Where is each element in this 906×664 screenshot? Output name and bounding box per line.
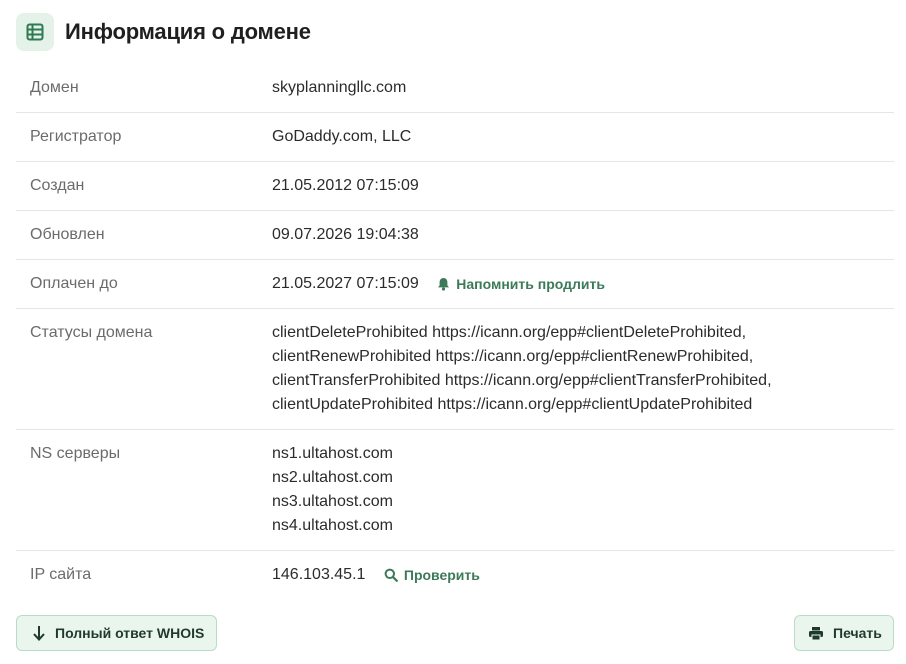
table-row-domain: Домен skyplanningllc.com — [16, 64, 894, 113]
check-ip-link[interactable]: Проверить — [384, 563, 480, 587]
row-value: clientDeleteProhibited https://icann.org… — [272, 321, 772, 417]
table-row-updated: Обновлен 09.07.2026 19:04:38 — [16, 211, 894, 260]
row-label: Оплачен до — [30, 275, 118, 292]
table-row-paid-until: Оплачен до 21.05.2027 07:15:09 Напомнить… — [16, 260, 894, 310]
status-line: clientTransferProhibited https://icann.o… — [272, 372, 772, 390]
status-line: clientRenewProhibited https://icann.org/… — [272, 348, 754, 366]
row-label: NS серверы — [30, 445, 121, 463]
domain-info-table: Домен skyplanningllc.com Регистратор GoD… — [16, 64, 894, 599]
status-line: clientDeleteProhibited https://icann.org… — [272, 324, 747, 342]
row-value: skyplanningllc.com — [272, 79, 407, 96]
paid-until-date: 21.05.2027 07:15:09 — [272, 275, 419, 293]
print-button[interactable]: Печать — [794, 615, 894, 651]
search-icon — [384, 568, 398, 583]
row-label: Домен — [30, 79, 79, 96]
row-value: 146.103.45.1 Проверить — [272, 563, 480, 587]
row-label: Статусы домена — [30, 324, 153, 342]
table-row-created: Создан 21.05.2012 07:15:09 — [16, 162, 894, 211]
check-ip-label: Проверить — [403, 567, 480, 584]
page-header: Информация о домене — [16, 13, 311, 51]
row-value: 21.05.2012 07:15:09 — [272, 177, 419, 194]
table-row-ns-servers: NS серверы ns1.ultahost.com ns2.ultahost… — [16, 430, 894, 552]
bell-icon — [438, 278, 450, 291]
ns-server: ns4.ultahost.com — [272, 517, 393, 535]
row-label: Регистратор — [30, 128, 122, 145]
row-value: ns1.ultahost.com ns2.ultahost.com ns3.ul… — [272, 442, 393, 538]
page-title: Информация о домене — [65, 19, 311, 44]
row-label: IP сайта — [30, 566, 92, 584]
print-label: Печать — [833, 625, 882, 641]
row-label: Создан — [30, 177, 85, 194]
arrow-down-icon — [33, 626, 45, 641]
table-icon — [16, 13, 54, 51]
table-row-site-ip: IP сайта 146.103.45.1 Проверить — [16, 551, 894, 599]
site-ip: 146.103.45.1 — [272, 566, 366, 584]
table-row-registrar: Регистратор GoDaddy.com, LLC — [16, 113, 894, 162]
row-value: 21.05.2027 07:15:09 Напомнить продлить — [272, 272, 605, 296]
row-value: GoDaddy.com, LLC — [272, 128, 412, 145]
full-whois-button[interactable]: Полный ответ WHOIS — [16, 615, 217, 651]
ns-server: ns2.ultahost.com — [272, 469, 393, 487]
status-line: clientUpdateProhibited https://icann.org… — [272, 396, 753, 414]
row-value: 09.07.2026 19:04:38 — [272, 226, 419, 243]
remind-renew-label: Напомнить продлить — [456, 276, 605, 292]
full-whois-label: Полный ответ WHOIS — [55, 625, 205, 641]
ns-server: ns3.ultahost.com — [272, 493, 393, 511]
printer-icon — [809, 626, 823, 640]
table-row-statuses: Статусы домена clientDeleteProhibited ht… — [16, 309, 894, 431]
remind-renew-link[interactable]: Напомнить продлить — [437, 272, 605, 296]
ns-server: ns1.ultahost.com — [272, 445, 393, 463]
row-label: Обновлен — [30, 226, 105, 243]
